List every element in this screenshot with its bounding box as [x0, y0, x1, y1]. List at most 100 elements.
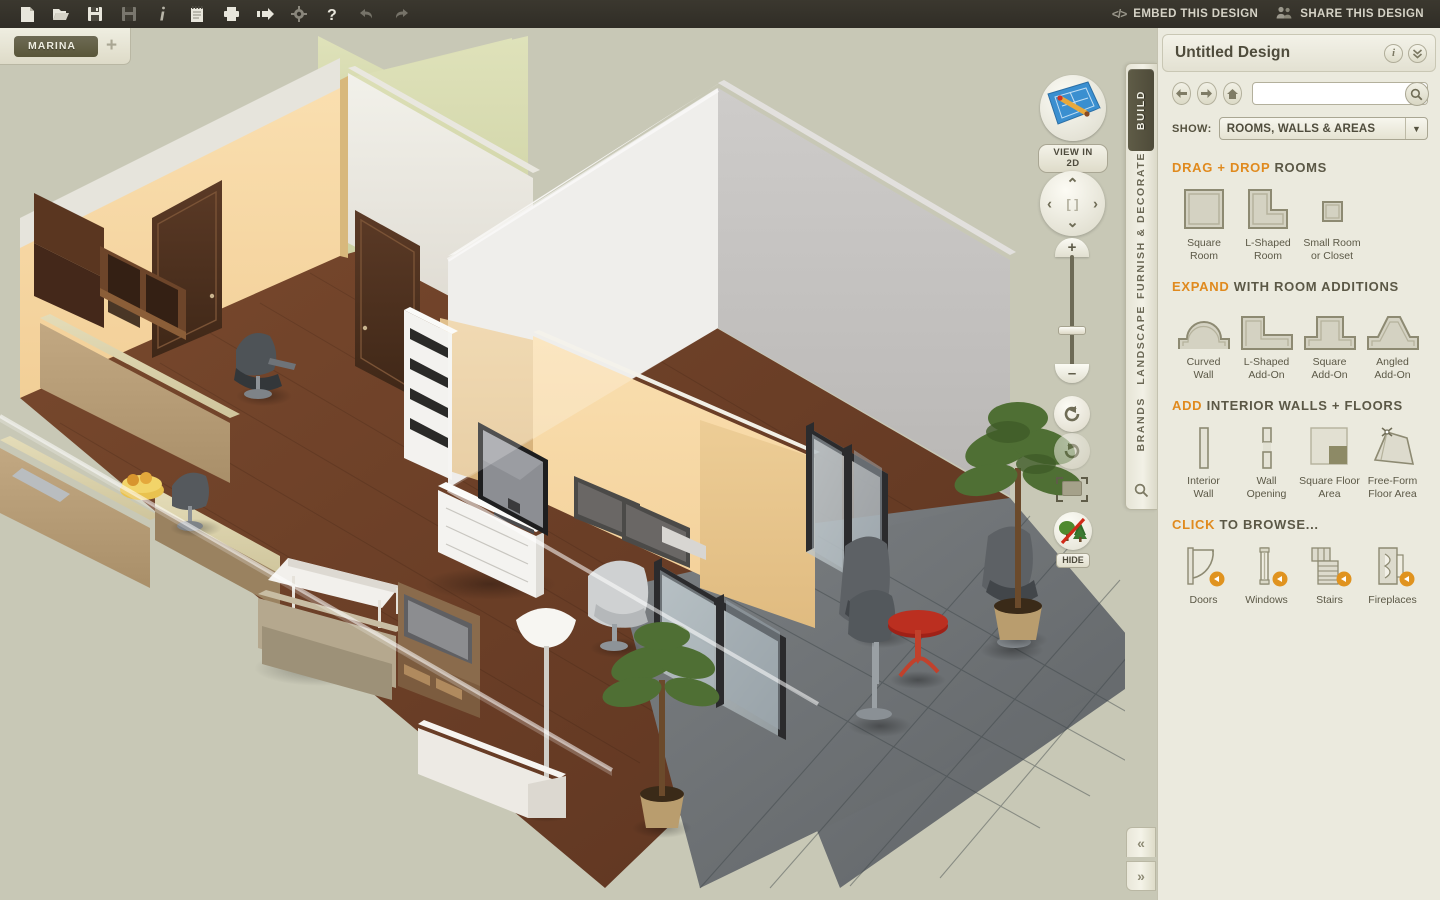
arrow-left-icon	[1176, 89, 1188, 98]
sidebar-item-label: LANDSCAPE	[1135, 305, 1147, 385]
chevron-down-icon[interactable]: ▼	[1405, 118, 1427, 139]
tool-square-floor-area[interactable]: Square Floor Area	[1298, 422, 1361, 500]
help-icon[interactable]: ?	[316, 1, 350, 27]
open-folder-icon[interactable]	[44, 1, 78, 27]
tool-angled-add-on[interactable]: Angled Add-On	[1361, 303, 1424, 381]
tool-small-room-or-closet[interactable]: Small Room or Closet	[1300, 184, 1364, 262]
tool-label: Wall Opening	[1246, 475, 1287, 500]
embed-label: EMBED THIS DESIGN	[1133, 8, 1259, 20]
tool-square-room[interactable]: Square Room	[1172, 184, 1236, 262]
nav-forward-button[interactable]	[1197, 82, 1217, 105]
design-tab-marina[interactable]: MARINA	[14, 35, 98, 57]
stairs-icon	[1306, 541, 1354, 589]
share-this-design-button[interactable]: SHARE THIS DESIGN	[1276, 6, 1424, 22]
panel-tool-sections: DRAG + DROP ROOMS Square Room L-Shaped R…	[1158, 140, 1440, 607]
tool-label: L-Shaped Room	[1245, 237, 1291, 262]
tool-free-form-floor-area[interactable]: Free-Form Floor Area	[1361, 422, 1424, 500]
tool-label: Stairs	[1316, 594, 1343, 606]
sidebar-item-build[interactable]: BUILD	[1128, 69, 1154, 151]
small-room-icon	[1309, 184, 1355, 232]
panel-header-buttons: i	[1384, 43, 1427, 63]
zoom-slider-handle[interactable]	[1058, 326, 1086, 335]
panel-collapse-down-button[interactable]: »	[1126, 861, 1156, 891]
tool-label: Windows	[1245, 594, 1288, 606]
toolbar-right-links: </> EMBED THIS DESIGN SHARE THIS DESIGN	[1112, 6, 1440, 22]
panel-collapse-up-button[interactable]: «	[1126, 827, 1156, 857]
tool-stairs[interactable]: Stairs	[1298, 541, 1361, 607]
nav-home-button[interactable]	[1222, 82, 1242, 105]
tool-label: Fireplaces	[1368, 594, 1417, 606]
tool-windows[interactable]: Windows	[1235, 541, 1298, 607]
nav-back-button[interactable]	[1172, 82, 1192, 105]
square-room-icon	[1181, 184, 1227, 232]
pan-center-button[interactable]: [ ]	[1066, 197, 1078, 210]
view-in-2d-button[interactable]: VIEW IN 2D	[1038, 75, 1108, 173]
pan-up-button[interactable]: ⌃	[1066, 177, 1079, 192]
search-submit-button[interactable]	[1404, 82, 1429, 106]
section-items: Interior Wall Wall Opening Square Floor …	[1172, 422, 1430, 500]
sidebar-item-brands[interactable]: BRANDS	[1126, 389, 1156, 459]
section-drag-drop-rooms: DRAG + DROP ROOMS Square Room L-Shaped R…	[1172, 160, 1430, 262]
notes-icon[interactable]	[180, 1, 214, 27]
toolbar-icon-group: ?	[0, 1, 418, 27]
view-in-2d-label: VIEW IN 2D	[1038, 144, 1108, 173]
arrow-right-icon	[1201, 89, 1213, 98]
save-icon[interactable]	[78, 1, 112, 27]
window-icon	[1243, 541, 1291, 589]
tool-l-shaped-add-on[interactable]: L-Shaped Add-On	[1235, 303, 1298, 381]
export-icon[interactable]	[248, 1, 282, 27]
sidebar-item-label: BRANDS	[1135, 396, 1147, 452]
pan-right-button[interactable]: ›	[1093, 196, 1098, 211]
design-canvas-3d[interactable]: VIEW IN 2D ⌃ ⌄ ‹ › [ ] + – HIDE	[0, 28, 1125, 900]
tool-doors[interactable]: Doors	[1172, 541, 1235, 607]
search-input[interactable]	[1252, 87, 1427, 100]
tool-label: Angled Add-On	[1374, 356, 1411, 381]
redo-icon[interactable]	[384, 1, 418, 27]
tool-wall-opening[interactable]: Wall Opening	[1235, 422, 1298, 500]
home-icon	[1226, 88, 1238, 99]
embed-this-design-button[interactable]: </> EMBED THIS DESIGN	[1112, 7, 1258, 21]
rotate-counterclockwise-button[interactable]	[1054, 396, 1090, 432]
hide-objects-button[interactable]: HIDE	[1050, 512, 1096, 568]
tool-square-add-on[interactable]: Square Add-On	[1298, 303, 1361, 381]
free-form-floor-area-icon	[1369, 422, 1417, 470]
tool-l-shaped-room[interactable]: L-Shaped Room	[1236, 184, 1300, 262]
fireplace-icon	[1369, 541, 1417, 589]
sidebar-item-furnish-decorate[interactable]: FURNISH & DECORATE	[1126, 151, 1156, 301]
undo-icon[interactable]	[350, 1, 384, 27]
tool-label: Doors	[1189, 594, 1218, 606]
sidebar-item-landscape[interactable]: LANDSCAPE	[1126, 301, 1156, 389]
sidebar-item-label: BUILD	[1135, 89, 1147, 131]
isometric-floorplan-render	[0, 28, 1125, 900]
section-title-highlight: ADD	[1172, 398, 1203, 413]
tool-interior-wall[interactable]: Interior Wall	[1172, 422, 1235, 500]
chevron-double-down-icon	[1412, 48, 1423, 59]
pan-left-button[interactable]: ‹	[1047, 196, 1052, 211]
info-icon[interactable]	[146, 1, 180, 27]
rotate-clockwise-button[interactable]	[1054, 433, 1090, 469]
section-title-rest: WITH ROOM ADDITIONS	[1233, 279, 1399, 294]
fit-to-screen-button[interactable]	[1055, 476, 1089, 504]
tool-curved-wall[interactable]: Curved Wall	[1172, 303, 1235, 381]
pan-dpad-control[interactable]: ⌃ ⌄ ‹ › [ ]	[1040, 171, 1105, 236]
pan-down-button[interactable]: ⌄	[1066, 215, 1079, 230]
zoom-slider[interactable]: + –	[1055, 238, 1089, 383]
l-shaped-room-icon	[1245, 184, 1291, 232]
section-title: CLICK TO BROWSE...	[1172, 517, 1430, 532]
zoom-out-button[interactable]: –	[1055, 364, 1089, 383]
tool-fireplaces[interactable]: Fireplaces	[1361, 541, 1424, 607]
add-tab-button[interactable]: +	[106, 36, 117, 55]
panel-collapse-button[interactable]	[1408, 43, 1427, 63]
sidebar-search-icon[interactable]	[1126, 477, 1156, 503]
save-as-icon[interactable]	[112, 1, 146, 27]
panel-info-button[interactable]: i	[1384, 43, 1403, 63]
zoom-slider-track[interactable]	[1070, 255, 1074, 367]
angled-add-on-icon	[1366, 303, 1420, 351]
panel-search-field[interactable]	[1251, 82, 1429, 106]
print-icon[interactable]	[214, 1, 248, 27]
settings-gear-icon[interactable]	[282, 1, 316, 27]
tool-label: Curved Wall	[1186, 356, 1221, 381]
show-dropdown[interactable]: ROOMS, WALLS & AREAS ▼	[1218, 117, 1428, 140]
new-document-icon[interactable]	[10, 1, 44, 27]
build-tools-panel: Untitled Design i SHOW: ROOMS, WALLS & A…	[1157, 28, 1440, 900]
